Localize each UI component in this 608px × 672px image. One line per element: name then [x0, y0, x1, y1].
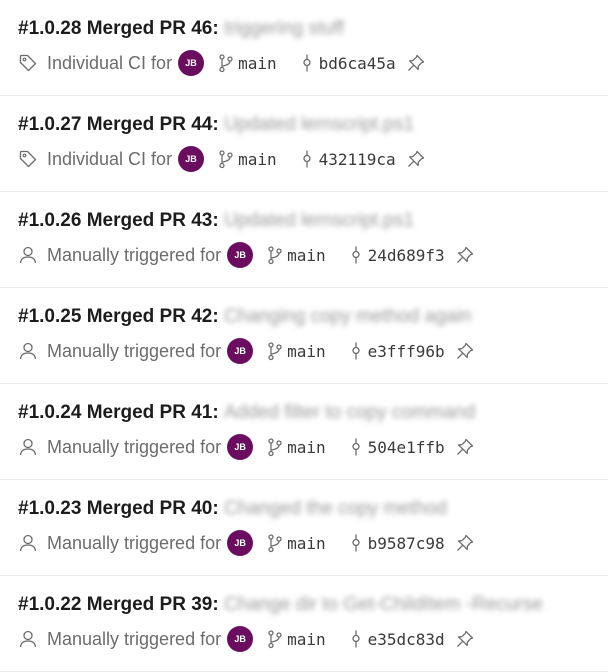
run-description: Changing copy method again	[223, 306, 472, 327]
run-number: #1.0.28	[18, 18, 82, 39]
run-meta: Manually triggered for JB main b9587c98	[18, 526, 608, 560]
pipeline-run-row[interactable]: #1.0.24 Merged PR 41: Added filter to co…	[0, 384, 608, 480]
pin-icon[interactable]	[406, 53, 426, 73]
pipeline-run-row[interactable]: #1.0.23 Merged PR 40: Changed the copy m…	[0, 480, 608, 576]
run-reason: Manually triggered for	[47, 340, 222, 361]
branch-icon	[218, 149, 234, 169]
run-pr: Merged PR 39:	[86, 594, 219, 615]
pipeline-run-row[interactable]: #1.0.26 Merged PR 43: Updated lernscript…	[0, 192, 608, 288]
run-meta: Manually triggered for JB main 504e1ffb	[18, 430, 608, 464]
tag-icon	[18, 149, 38, 169]
branch-icon	[267, 437, 283, 457]
person-icon	[18, 437, 38, 457]
person-icon	[18, 245, 38, 265]
pipeline-run-row[interactable]: #1.0.27 Merged PR 44: Updated lernscript…	[0, 96, 608, 192]
run-commit[interactable]: bd6ca45a	[319, 54, 396, 73]
avatar[interactable]: JB	[227, 530, 254, 556]
run-reason: Manually triggered for	[47, 436, 222, 457]
run-meta: Manually triggered for JB main e35dc83d	[18, 622, 608, 656]
branch-icon	[267, 245, 283, 265]
run-number: #1.0.23	[18, 498, 82, 519]
run-number: #1.0.22	[18, 594, 82, 615]
run-meta: Individual CI for JB main bd6ca45a	[18, 46, 608, 80]
pin-icon[interactable]	[455, 341, 475, 361]
run-description: Updated lernscript.ps1	[223, 114, 415, 135]
run-title[interactable]: #1.0.27 Merged PR 44: Updated lernscript…	[18, 110, 608, 140]
run-reason: Manually triggered for	[47, 532, 222, 553]
run-description: Added filter to copy command	[223, 402, 476, 423]
person-icon	[18, 629, 38, 649]
run-commit[interactable]: 432119ca	[319, 150, 396, 169]
run-branch[interactable]: main	[287, 246, 326, 265]
run-commit[interactable]: e3fff96b	[368, 342, 445, 361]
run-pr: Merged PR 43:	[86, 210, 219, 231]
avatar[interactable]: JB	[227, 338, 254, 364]
run-pr: Merged PR 44:	[86, 114, 219, 135]
run-number: #1.0.27	[18, 114, 82, 135]
run-meta: Manually triggered for JB main 24d689f3	[18, 238, 608, 272]
run-branch[interactable]: main	[287, 438, 326, 457]
run-description: Change dir to Get-ChildItem -Recurse	[223, 594, 543, 615]
pipeline-runs-list: #1.0.28 Merged PR 46: triggering stuff I…	[0, 0, 608, 672]
run-title[interactable]: #1.0.26 Merged PR 43: Updated lernscript…	[18, 206, 608, 236]
run-number: #1.0.24	[18, 402, 82, 423]
run-branch[interactable]: main	[287, 342, 326, 361]
run-pr: Merged PR 46:	[86, 18, 219, 39]
run-title[interactable]: #1.0.23 Merged PR 40: Changed the copy m…	[18, 494, 608, 524]
run-reason: Individual CI for	[47, 52, 173, 73]
branch-icon	[267, 629, 283, 649]
tag-icon	[18, 53, 38, 73]
run-commit[interactable]: 24d689f3	[368, 246, 445, 265]
person-icon	[18, 341, 38, 361]
run-title[interactable]: #1.0.24 Merged PR 41: Added filter to co…	[18, 398, 608, 428]
branch-icon	[267, 341, 283, 361]
run-pr: Merged PR 41:	[86, 402, 219, 423]
run-pr: Merged PR 42:	[86, 306, 219, 327]
run-reason: Individual CI for	[47, 148, 173, 169]
commit-icon	[348, 341, 364, 361]
commit-icon	[348, 437, 364, 457]
branch-icon	[218, 53, 234, 73]
run-title[interactable]: #1.0.22 Merged PR 39: Change dir to Get-…	[18, 590, 608, 620]
pin-icon[interactable]	[455, 245, 475, 265]
commit-icon	[299, 149, 315, 169]
avatar[interactable]: JB	[227, 434, 254, 460]
run-reason: Manually triggered for	[47, 628, 222, 649]
pipeline-run-row[interactable]: #1.0.22 Merged PR 39: Change dir to Get-…	[0, 576, 608, 672]
run-title[interactable]: #1.0.28 Merged PR 46: triggering stuff	[18, 14, 608, 44]
avatar[interactable]: JB	[178, 50, 205, 76]
avatar[interactable]: JB	[178, 146, 205, 172]
run-description: Updated lernscript.ps1	[223, 210, 415, 231]
run-description: Changed the copy method	[223, 498, 447, 519]
avatar[interactable]: JB	[227, 626, 254, 652]
pin-icon[interactable]	[406, 149, 426, 169]
pipeline-run-row[interactable]: #1.0.28 Merged PR 46: triggering stuff I…	[0, 0, 608, 96]
run-description: triggering stuff	[223, 18, 345, 39]
run-reason: Manually triggered for	[47, 244, 222, 265]
branch-icon	[267, 533, 283, 553]
run-pr: Merged PR 40:	[86, 498, 219, 519]
run-title[interactable]: #1.0.25 Merged PR 42: Changing copy meth…	[18, 302, 608, 332]
avatar[interactable]: JB	[227, 242, 254, 268]
run-commit[interactable]: e35dc83d	[368, 630, 445, 649]
run-branch[interactable]: main	[238, 54, 277, 73]
person-icon	[18, 533, 38, 553]
run-branch[interactable]: main	[238, 150, 277, 169]
run-branch[interactable]: main	[287, 534, 326, 553]
commit-icon	[348, 533, 364, 553]
run-branch[interactable]: main	[287, 630, 326, 649]
commit-icon	[299, 53, 315, 73]
run-commit[interactable]: b9587c98	[368, 534, 445, 553]
commit-icon	[348, 245, 364, 265]
pin-icon[interactable]	[455, 629, 475, 649]
run-commit[interactable]: 504e1ffb	[368, 438, 445, 457]
commit-icon	[348, 629, 364, 649]
run-meta: Manually triggered for JB main e3fff96b	[18, 334, 608, 368]
pin-icon[interactable]	[455, 437, 475, 457]
run-meta: Individual CI for JB main 432119ca	[18, 142, 608, 176]
run-number: #1.0.26	[18, 210, 82, 231]
pipeline-run-row[interactable]: #1.0.25 Merged PR 42: Changing copy meth…	[0, 288, 608, 384]
pin-icon[interactable]	[455, 533, 475, 553]
run-number: #1.0.25	[18, 306, 82, 327]
